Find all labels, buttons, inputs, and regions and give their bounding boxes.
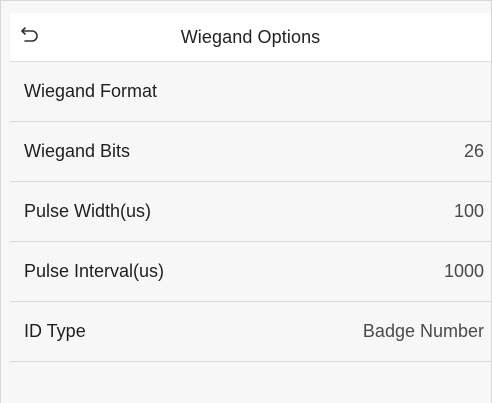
options-list: Wiegand Format Wiegand Bits 26 Pulse Wid…	[10, 62, 491, 362]
pulse-interval-value: 1000	[443, 261, 484, 281]
wiegand-bits-row[interactable]: Wiegand Bits 26	[10, 122, 491, 182]
pulse-width-row[interactable]: Pulse Width(us) 100	[10, 182, 491, 242]
pulse-interval-row[interactable]: Pulse Interval(us) 1000	[10, 242, 491, 302]
wiegand-format-row[interactable]: Wiegand Format	[10, 62, 491, 122]
id-type-value: Badge Number	[362, 321, 484, 341]
pulse-width-label: Pulse Width(us)	[24, 201, 152, 221]
id-type-row[interactable]: ID Type Badge Number	[10, 302, 491, 362]
wiegand-bits-label: Wiegand Bits	[24, 141, 131, 161]
pulse-interval-label: Pulse Interval(us)	[24, 261, 165, 281]
header-bar: Wiegand Options	[10, 13, 491, 62]
wiegand-format-label: Wiegand Format	[24, 81, 158, 101]
wiegand-options-screen: Wiegand Options Wiegand Format Wiegand B…	[0, 0, 492, 403]
wiegand-bits-value: 26	[463, 141, 484, 161]
page-title: Wiegand Options	[180, 26, 321, 47]
id-type-label: ID Type	[24, 321, 86, 341]
pulse-width-value: 100	[453, 201, 484, 221]
